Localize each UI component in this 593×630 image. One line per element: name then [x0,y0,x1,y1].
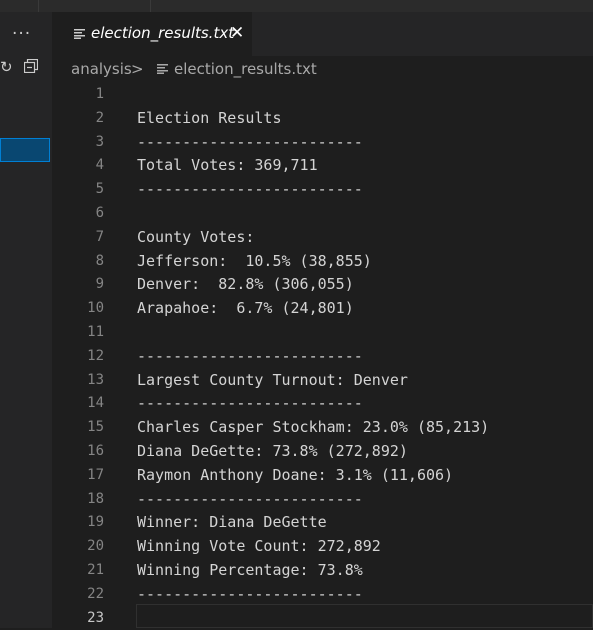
window-top-strip [0,0,593,12]
line-number: 8 [95,252,104,269]
line-number: 13 [87,371,104,388]
code-line[interactable]: County Votes: [137,226,489,250]
line-number: 12 [87,347,104,364]
code-line[interactable]: ------------------------- [137,178,489,202]
more-actions-icon[interactable]: ··· [12,24,31,44]
chevron-right-icon: > [131,60,144,78]
code-editor[interactable]: Election Results -----------------------… [137,83,489,630]
text-file-icon [74,29,85,39]
line-number: 16 [87,442,104,459]
code-line[interactable]: Denver: 82.8% (306,055) [137,273,489,297]
breadcrumb-file[interactable]: election_results.txt [174,60,317,78]
line-number: 20 [87,538,104,555]
code-line[interactable]: Charles Casper Stockham: 23.0% (85,213) [137,416,489,440]
refresh-icon[interactable]: ↻ [0,58,13,76]
code-line[interactable]: Diana DeGette: 73.8% (272,892) [137,440,489,464]
line-number-current: 23 [87,609,104,626]
line-number: 21 [87,561,104,578]
line-number: 14 [87,395,104,412]
line-number: 1 [95,86,104,102]
code-line[interactable]: Election Results [137,107,489,131]
breadcrumb-folder[interactable]: analysis [71,60,132,78]
close-icon[interactable]: ✕ [230,23,244,43]
line-number: 9 [95,276,104,293]
editor-tab-bar: election_results.txt ✕ [52,12,593,56]
explorer-selected-item[interactable] [0,138,50,162]
code-line[interactable]: ------------------------- [137,131,489,155]
line-number: 22 [87,585,104,602]
line-number: 7 [95,228,104,245]
line-number: 11 [87,323,104,340]
tab-election-results[interactable]: election_results.txt ✕ [52,12,252,56]
code-line[interactable] [137,202,489,226]
line-number: 19 [87,514,104,531]
line-number: 18 [87,490,104,507]
line-number: 5 [95,181,104,198]
collapse-folders-icon[interactable] [24,59,38,73]
code-line[interactable]: Largest County Turnout: Denver [137,369,489,393]
code-line[interactable] [137,607,489,630]
line-number-gutter: 1 2 3 4 5 6 7 8 9 10 11 12 13 14 15 16 1… [72,83,104,630]
divider [38,0,39,12]
line-number: 3 [95,133,104,150]
line-number: 2 [95,109,104,126]
code-line[interactable]: Total Votes: 369,711 [137,154,489,178]
tab-label: election_results.txt [91,24,235,42]
line-number: 6 [95,204,104,221]
code-line[interactable]: Winner: Diana DeGette [137,511,489,535]
code-line[interactable]: ------------------------- [137,392,489,416]
code-line[interactable]: Arapahoe: 6.7% (24,801) [137,297,489,321]
code-line[interactable]: Raymon Anthony Doane: 3.1% (11,606) [137,464,489,488]
divider [150,0,151,12]
code-line[interactable]: ------------------------- [137,583,489,607]
code-line[interactable]: Winning Percentage: 73.8% [137,559,489,583]
code-line[interactable] [137,83,489,107]
line-number: 4 [95,157,104,174]
line-number: 10 [87,300,104,317]
line-number: 15 [87,419,104,436]
explorer-sidebar: ··· ↻ [0,12,52,628]
line-number: 17 [87,466,104,483]
code-line[interactable]: ------------------------- [137,488,489,512]
code-line[interactable] [137,321,489,345]
code-line[interactable]: ------------------------- [137,345,489,369]
code-line[interactable]: Jefferson: 10.5% (38,855) [137,250,489,274]
text-file-icon [157,64,168,74]
code-line[interactable]: Winning Vote Count: 272,892 [137,535,489,559]
